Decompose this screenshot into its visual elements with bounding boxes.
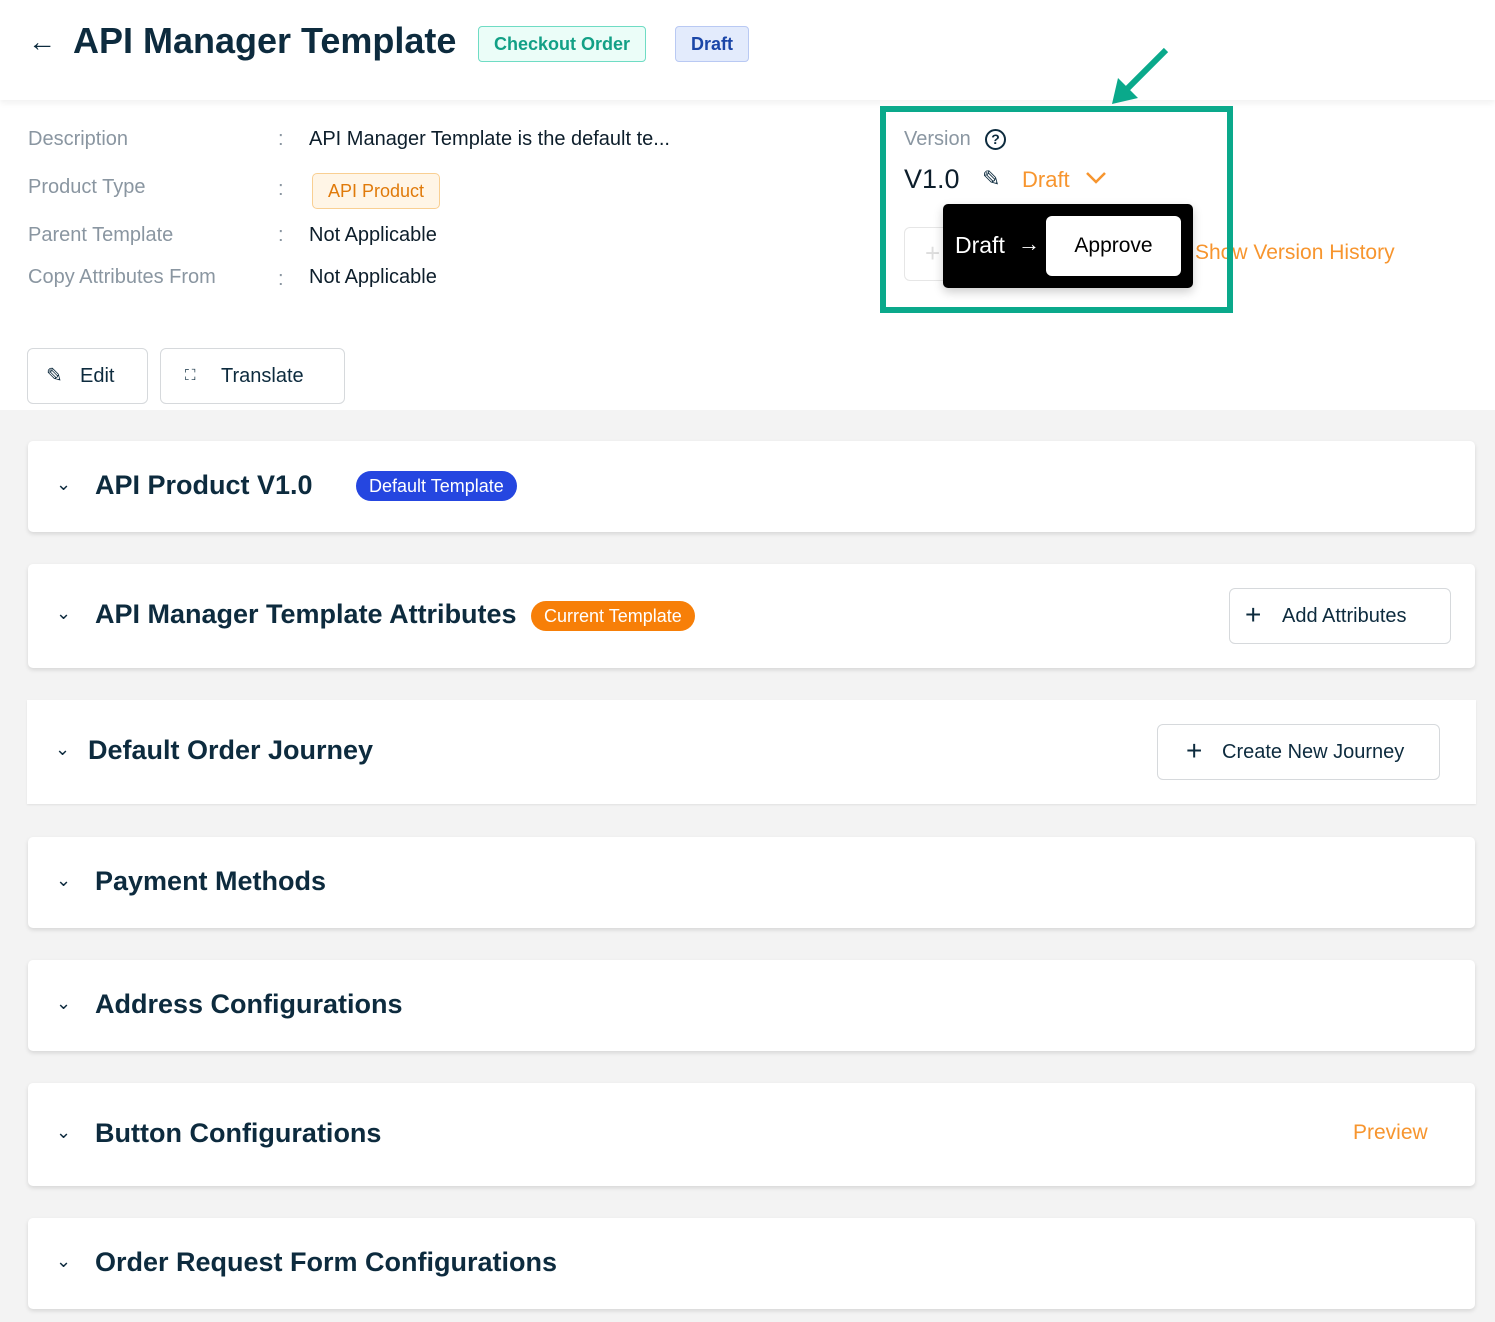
colon: :: [278, 268, 284, 290]
section-template-attributes[interactable]: ⌄ API Manager Template Attributes Curren…: [28, 564, 1475, 668]
plus-icon: +: [1245, 599, 1262, 630]
translate-icon: ⛶: [185, 367, 196, 384]
add-attributes-label: Add Attributes: [1282, 605, 1407, 627]
copy-attributes-label: Copy Attributes From: [28, 266, 216, 288]
section-title: Payment Methods: [95, 866, 327, 896]
back-arrow-icon[interactable]: ←: [28, 26, 56, 58]
edit-button[interactable]: ✎ Edit: [27, 348, 148, 404]
plus-icon: +: [1186, 735, 1203, 766]
preview-link[interactable]: Preview: [1353, 1121, 1428, 1145]
section-title: Default Order Journey: [88, 735, 374, 765]
product-type-label: Product Type: [28, 176, 146, 198]
parent-template-label: Parent Template: [28, 224, 174, 246]
description-label: Description: [28, 128, 129, 150]
chevron-down-icon[interactable]: ⌄: [56, 870, 71, 891]
colon: :: [278, 178, 284, 200]
edit-label: Edit: [80, 365, 115, 387]
create-new-journey-button[interactable]: + Create New Journey: [1157, 724, 1440, 780]
chevron-down-icon[interactable]: ⌄: [56, 474, 71, 495]
section-order-request-form[interactable]: ⌄ Order Request Form Configurations: [28, 1218, 1475, 1309]
chevron-down-icon[interactable]: ⌄: [56, 603, 71, 624]
annotation-arrow-icon: [1112, 47, 1169, 104]
colon: :: [278, 224, 284, 246]
section-api-product[interactable]: ⌄ API Product V1.0 Default Template: [28, 441, 1475, 532]
default-template-badge: Default Template: [356, 471, 517, 501]
translate-button[interactable]: ⛶ Translate: [160, 348, 345, 404]
highlight-box: [880, 106, 1233, 313]
copy-attributes-value: Not Applicable: [309, 266, 437, 288]
section-title: API Manager Template Attributes: [95, 599, 517, 629]
pencil-icon: ✎: [46, 365, 63, 387]
section-address-configurations[interactable]: ⌄ Address Configurations: [28, 960, 1475, 1051]
category-tag: Checkout Order: [478, 26, 647, 62]
add-attributes-button[interactable]: + Add Attributes: [1229, 588, 1451, 644]
chevron-down-icon[interactable]: ⌄: [56, 1251, 71, 1272]
section-order-journey[interactable]: ⌄ Default Order Journey + Create New Jou…: [27, 700, 1476, 804]
chevron-down-icon[interactable]: ⌄: [56, 1122, 71, 1143]
section-title: Address Configurations: [95, 989, 403, 1019]
section-title: Order Request Form Configurations: [95, 1247, 558, 1277]
chevron-down-icon[interactable]: ⌄: [55, 739, 70, 760]
section-payment-methods[interactable]: ⌄ Payment Methods: [28, 837, 1475, 928]
section-title: Button Configurations: [95, 1118, 382, 1148]
chevron-down-icon[interactable]: ⌄: [56, 993, 71, 1014]
colon: :: [278, 128, 284, 150]
page-title: API Manager Template: [73, 20, 457, 61]
section-title: API Product V1.0: [95, 470, 313, 500]
section-button-configurations[interactable]: ⌄ Button Configurations Preview: [28, 1083, 1475, 1186]
parent-template-value: Not Applicable: [309, 224, 437, 246]
description-value: API Manager Template is the default te..…: [309, 128, 670, 150]
create-new-journey-label: Create New Journey: [1222, 741, 1405, 763]
status-tag: Draft: [675, 26, 750, 62]
translate-label: Translate: [221, 365, 304, 387]
current-template-badge: Current Template: [531, 601, 695, 631]
page-header: ← API Manager Template Checkout Order Dr…: [0, 0, 1495, 100]
product-type-badge: API Product: [312, 173, 441, 209]
